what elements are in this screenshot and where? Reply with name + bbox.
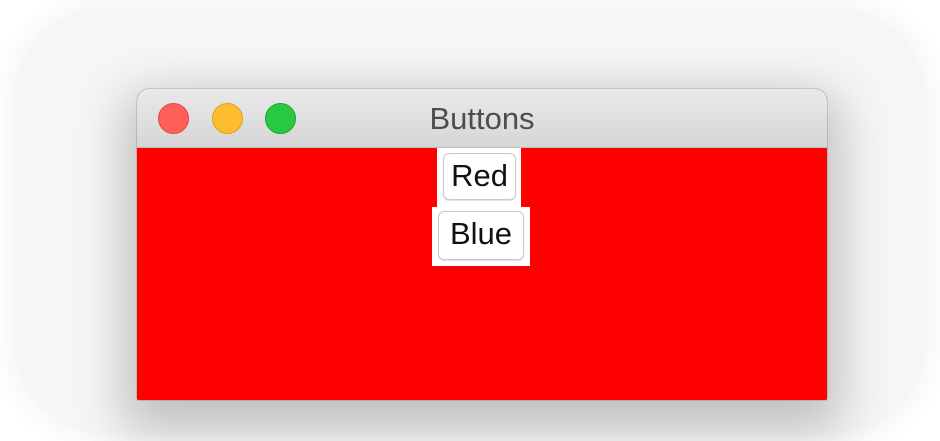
blue-button-container: Blue: [432, 207, 530, 266]
red-button-container: Red: [437, 148, 521, 207]
window-titlebar[interactable]: Buttons: [137, 89, 827, 148]
red-content-area: Red Blue: [137, 148, 827, 400]
window-title: Buttons: [429, 101, 535, 136]
desktop-background: Buttons Red Blue: [0, 0, 940, 441]
blue-button[interactable]: Blue: [438, 211, 524, 260]
red-button[interactable]: Red: [443, 153, 516, 200]
buttons-window: Buttons Red Blue: [137, 89, 827, 400]
